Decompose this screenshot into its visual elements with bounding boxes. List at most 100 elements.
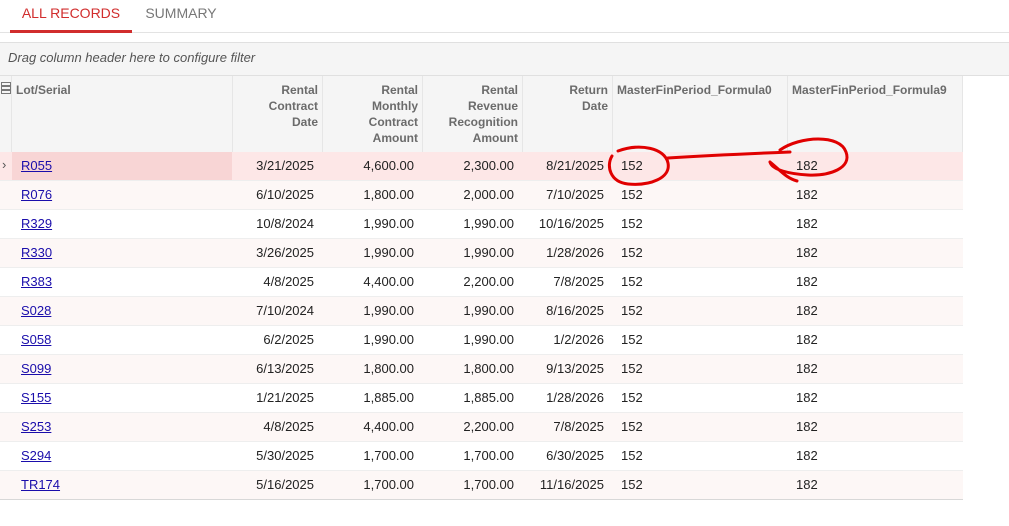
chevron-right-icon: › (2, 157, 7, 172)
table-row[interactable]: S294 5/30/2025 1,700.00 1,700.00 6/30/2025 15… (0, 442, 963, 471)
column-header-label: Contract (368, 115, 418, 129)
table-row[interactable]: R329 10/8/2024 1,990.00 1,990.00 10/16/2025 1… (0, 210, 963, 239)
table-row[interactable]: › R055 3/21/2025 4,600.00 2,300.00 8/21/2025 1… (0, 152, 963, 181)
column-header-lot-serial[interactable]: Lot/Serial (12, 76, 233, 152)
masterfinperiod-b-cell: 182 (796, 187, 818, 202)
lot-serial-link[interactable]: S253 (21, 413, 51, 441)
filter-placeholder: Drag column header here to configure fil… (8, 50, 256, 65)
masterfinperiod-a-cell: 152 (621, 390, 643, 405)
column-header-label: Recognition (448, 115, 518, 129)
masterfinperiod-b-cell: 182 (796, 158, 818, 173)
monthly-contract-amount-cell: 1,700.00 (363, 477, 414, 492)
table-row[interactable]: R076 6/10/2025 1,800.00 2,000.00 7/10/2025 15… (0, 181, 963, 210)
column-header-rental-contract-date[interactable]: Rental Contract Date (233, 76, 323, 152)
rental-contract-date-cell: 6/2/2025 (263, 332, 314, 347)
table-row[interactable]: TR174 5/16/2025 1,700.00 1,700.00 11/16/2025… (0, 471, 963, 500)
masterfinperiod-b-cell: 182 (796, 448, 818, 463)
return-date-cell: 9/13/2025 (546, 361, 604, 376)
table-row[interactable]: S058 6/2/2025 1,990.00 1,990.00 1/2/2026 152 1… (0, 326, 963, 355)
masterfinperiod-a-cell: 152 (621, 448, 643, 463)
masterfinperiod-b-cell: 182 (796, 477, 818, 492)
rental-contract-date-cell: 4/8/2025 (263, 274, 314, 289)
revenue-recognition-amount-cell: 1,700.00 (463, 448, 514, 463)
masterfinperiod-a-cell: 152 (621, 158, 643, 173)
tab-all-records[interactable]: ALL RECORDS (10, 0, 132, 33)
filter-drop-zone[interactable]: Drag column header here to configure fil… (0, 42, 1009, 76)
grid-settings-cell[interactable] (0, 76, 12, 152)
rental-contract-date-cell: 6/13/2025 (256, 361, 314, 376)
revenue-recognition-amount-cell: 1,990.00 (463, 216, 514, 231)
revenue-recognition-amount-cell: 1,990.00 (463, 332, 514, 347)
monthly-contract-amount-cell: 4,400.00 (363, 274, 414, 289)
return-date-cell: 8/21/2025 (546, 158, 604, 173)
grid-settings-icon[interactable] (1, 82, 11, 94)
lot-serial-link[interactable]: S294 (21, 442, 51, 470)
return-date-cell: 10/16/2025 (538, 216, 604, 231)
monthly-contract-amount-cell: 4,600.00 (363, 158, 414, 173)
masterfinperiod-b-cell: 182 (796, 390, 818, 405)
lot-serial-link[interactable]: S058 (21, 326, 51, 354)
column-header-rental-monthly-contract-amount[interactable]: Rental Monthly Contract Amount (323, 76, 423, 152)
table-row[interactable]: R330 3/26/2025 1,990.00 1,990.00 1/28/2026 15… (0, 239, 963, 268)
monthly-contract-amount-cell: 1,800.00 (363, 361, 414, 376)
revenue-recognition-amount-cell: 1,990.00 (463, 245, 514, 260)
revenue-recognition-amount-cell: 2,000.00 (463, 187, 514, 202)
lot-serial-link[interactable]: S099 (21, 355, 51, 383)
lot-serial-link[interactable]: R330 (21, 239, 52, 267)
lot-serial-link[interactable]: S155 (21, 384, 51, 412)
monthly-contract-amount-cell: 4,400.00 (363, 419, 414, 434)
revenue-recognition-amount-cell: 1,885.00 (463, 390, 514, 405)
monthly-contract-amount-cell: 1,885.00 (363, 390, 414, 405)
masterfinperiod-a-cell: 152 (621, 361, 643, 376)
column-header-label: Amount (472, 131, 518, 145)
masterfinperiod-b-cell: 182 (796, 361, 818, 376)
column-header-label: Contract (268, 99, 318, 113)
masterfinperiod-b-cell: 182 (796, 274, 818, 289)
table-row[interactable]: S253 4/8/2025 4,400.00 2,200.00 7/8/2025 152 1… (0, 413, 963, 442)
return-date-cell: 1/28/2026 (546, 245, 604, 260)
masterfinperiod-b-cell: 182 (796, 419, 818, 434)
masterfinperiod-a-cell: 152 (621, 245, 643, 260)
column-header-label: Date (581, 99, 608, 113)
return-date-cell: 11/16/2025 (539, 477, 604, 492)
masterfinperiod-a-cell: 152 (621, 303, 643, 318)
monthly-contract-amount-cell: 1,800.00 (363, 187, 414, 202)
column-header-masterfinperiod-formula-a[interactable]: MasterFinPeriod_Formula0 (613, 76, 788, 152)
masterfinperiod-a-cell: 152 (621, 216, 643, 231)
return-date-cell: 1/2/2026 (553, 332, 604, 347)
table-row[interactable]: S099 6/13/2025 1,800.00 1,800.00 9/13/2025 15… (0, 355, 963, 384)
masterfinperiod-b-cell: 182 (796, 216, 818, 231)
monthly-contract-amount-cell: 1,990.00 (363, 332, 414, 347)
column-header-label: Rental (481, 83, 518, 97)
rental-contract-date-cell: 1/21/2025 (256, 390, 314, 405)
rental-contract-date-cell: 10/8/2024 (256, 216, 314, 231)
column-header-label: Rental (281, 83, 318, 97)
lot-serial-link[interactable]: R329 (21, 210, 52, 238)
column-header-label: Date (291, 115, 318, 129)
tab-summary[interactable]: SUMMARY (140, 0, 222, 30)
column-header-label: Monthly (372, 99, 418, 113)
table-row[interactable]: R383 4/8/2025 4,400.00 2,200.00 7/8/2025 152 1… (0, 268, 963, 297)
tab-bar: ALL RECORDS SUMMARY (0, 0, 1009, 33)
monthly-contract-amount-cell: 1,990.00 (363, 303, 414, 318)
revenue-recognition-amount-cell: 1,990.00 (463, 303, 514, 318)
monthly-contract-amount-cell: 1,990.00 (363, 245, 414, 260)
masterfinperiod-b-cell: 182 (796, 245, 818, 260)
lot-serial-link[interactable]: R055 (21, 152, 52, 180)
return-date-cell: 8/16/2025 (546, 303, 604, 318)
column-header-return-date[interactable]: Return Date (523, 76, 613, 152)
lot-serial-link[interactable]: S028 (21, 297, 51, 325)
masterfinperiod-a-cell: 152 (621, 477, 643, 492)
column-header-masterfinperiod-formula-b[interactable]: MasterFinPeriod_Formula9 (788, 76, 963, 152)
table-row[interactable]: S155 1/21/2025 1,885.00 1,885.00 1/28/2026 15… (0, 384, 963, 413)
lot-serial-link[interactable]: R076 (21, 181, 52, 209)
return-date-cell: 7/8/2025 (553, 419, 604, 434)
lot-serial-link[interactable]: R383 (21, 268, 52, 296)
column-header-label: Return (569, 83, 608, 97)
revenue-recognition-amount-cell: 2,300.00 (463, 158, 514, 173)
column-header-rental-revenue-recognition-amount[interactable]: Rental Revenue Recognition Amount (423, 76, 523, 152)
lot-serial-link[interactable]: TR174 (21, 471, 60, 499)
rental-contract-date-cell: 5/30/2025 (256, 448, 314, 463)
revenue-recognition-amount-cell: 1,800.00 (463, 361, 514, 376)
table-row[interactable]: S028 7/10/2024 1,990.00 1,990.00 8/16/2025 15… (0, 297, 963, 326)
